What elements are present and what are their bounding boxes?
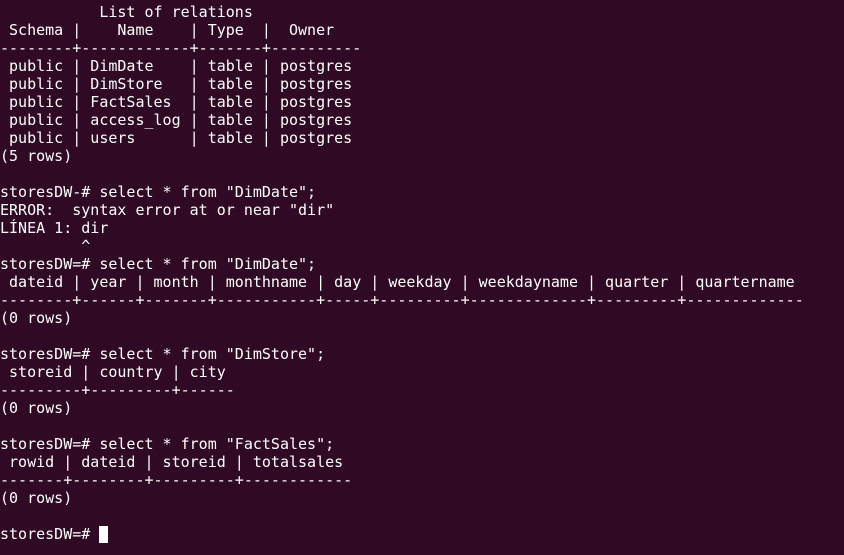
terminal-line: --------+------+-------+-----------+----… <box>0 291 804 309</box>
terminal-line: public | FactSales | table | postgres <box>0 93 353 111</box>
terminal-line: LÍNEA 1: dir <box>0 219 109 237</box>
terminal-line: (0 rows) <box>0 399 73 417</box>
terminal-line: List of relations <box>0 3 253 21</box>
terminal-line: storesDW=# select * from "DimDate"; <box>0 255 317 273</box>
terminal-line: (5 rows) <box>0 147 73 165</box>
terminal-line: --------+------------+-------+---------- <box>0 39 362 57</box>
terminal-line: ^ <box>0 237 91 255</box>
terminal-line: (0 rows) <box>0 309 73 327</box>
terminal-line: public | access_log | table | postgres <box>0 111 353 129</box>
prompt-text: storesDW=# <box>0 525 100 543</box>
terminal-line: (0 rows) <box>0 489 73 507</box>
text-cursor <box>99 526 109 543</box>
terminal-line: public | DimDate | table | postgres <box>0 57 353 75</box>
terminal-line: rowid | dateid | storeid | totalsales <box>0 453 344 471</box>
command-prompt-line[interactable]: storesDW=# <box>0 525 109 543</box>
terminal-output[interactable]: List of relations Schema | Name | Type |… <box>0 3 844 555</box>
terminal-line: storesDW=# select * from "FactSales"; <box>0 435 335 453</box>
terminal-line: public | users | table | postgres <box>0 129 353 147</box>
terminal-line: storesDW=# select * from "DimStore"; <box>0 345 326 363</box>
terminal-line: ---------+---------+------ <box>0 381 235 399</box>
terminal-line: public | DimStore | table | postgres <box>0 75 353 93</box>
terminal-line: storesDW-# select * from "DimDate"; <box>0 183 317 201</box>
terminal-line: ERROR: syntax error at or near "dir" <box>0 201 335 219</box>
terminal-line: -------+--------+---------+------------ <box>0 471 353 489</box>
terminal-line: dateid | year | month | monthname | day … <box>0 273 795 291</box>
terminal-line: storeid | country | city <box>0 363 226 381</box>
terminal-line: Schema | Name | Type | Owner <box>0 21 335 39</box>
